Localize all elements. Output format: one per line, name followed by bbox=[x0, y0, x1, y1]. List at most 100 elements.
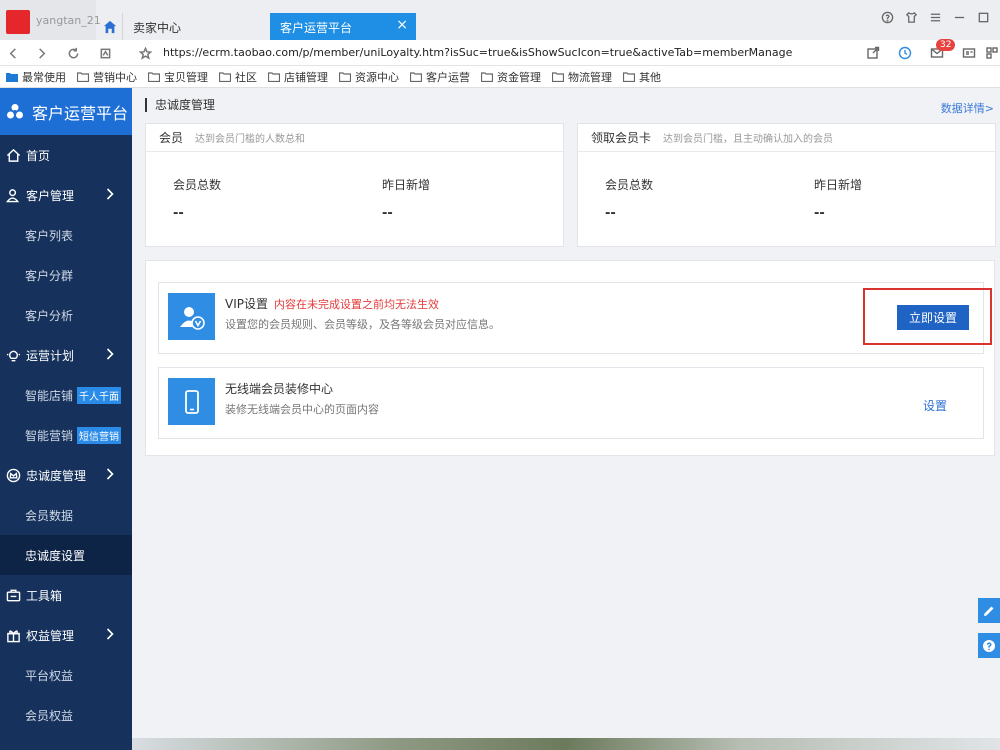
feature-tag: 千人千面 bbox=[77, 386, 122, 404]
bookmark-label: 资金管理 bbox=[497, 70, 541, 84]
share-button[interactable] bbox=[864, 44, 882, 62]
sidebar-item-label: 忠诚度设置 bbox=[25, 548, 86, 563]
sidebar-item-label: 智能店铺 bbox=[25, 388, 74, 403]
card-title: 会员 bbox=[159, 131, 184, 145]
url-text[interactable]: https://ecrm.taobao.com/p/member/uniLoya… bbox=[163, 46, 792, 59]
sidebar-item-label: 首页 bbox=[26, 148, 51, 163]
grid-button[interactable] bbox=[985, 44, 999, 62]
home-page-button[interactable] bbox=[96, 44, 114, 62]
members-card: 会员 达到会员门槛的人数总和 会员总数 -- 昨日新增 -- bbox=[145, 123, 564, 247]
folder-icon bbox=[77, 71, 89, 82]
sidebar-item-label: 客户列表 bbox=[25, 228, 74, 243]
back-button[interactable] bbox=[4, 44, 22, 62]
desktop-background bbox=[132, 738, 1000, 750]
sidebar-item-label: 客户分析 bbox=[25, 308, 74, 323]
folder-icon bbox=[339, 71, 351, 82]
forward-button[interactable] bbox=[32, 44, 50, 62]
history-button[interactable] bbox=[896, 44, 914, 62]
sidebar-item-customer-list[interactable]: 客户列表 bbox=[0, 215, 132, 255]
bookmark-item[interactable]: 最常使用 bbox=[6, 69, 66, 85]
tab-seller-center[interactable]: 卖家中心 bbox=[122, 13, 270, 40]
settings-link[interactable]: 设置 bbox=[923, 397, 947, 414]
reader-button[interactable] bbox=[960, 44, 978, 62]
stat-label: 昨日新增 bbox=[382, 178, 431, 192]
lightbulb-icon bbox=[5, 347, 21, 363]
stat-label: 昨日新增 bbox=[814, 178, 863, 192]
bookmark-item[interactable]: 社区 bbox=[219, 69, 257, 85]
sidebar-item-smart-store[interactable]: 智能店铺 千人千面 bbox=[0, 375, 132, 415]
folder-icon bbox=[410, 71, 422, 82]
sidebar-item-smart-marketing[interactable]: 智能营销 短信营销 bbox=[0, 415, 132, 455]
bookmark-label: 其他 bbox=[639, 70, 661, 84]
sidebar-item-operation-plan[interactable]: 运营计划 bbox=[0, 335, 132, 375]
chevron-right-icon bbox=[106, 188, 118, 202]
user-chip[interactable]: yangtan_21 bbox=[0, 0, 101, 40]
sidebar-item-label: 权益管理 bbox=[26, 628, 75, 643]
bookmark-item[interactable]: 营销中心 bbox=[77, 69, 137, 85]
brand[interactable]: 客户运营平台 bbox=[0, 88, 132, 135]
brand-logo-icon bbox=[7, 103, 23, 118]
window-controls bbox=[880, 10, 990, 24]
sidebar-item-member-data[interactable]: 会员数据 bbox=[0, 495, 132, 535]
sidebar-item-customer-analysis[interactable]: 客户分析 bbox=[0, 295, 132, 335]
bookmark-label: 营销中心 bbox=[93, 70, 137, 84]
bookmark-item[interactable]: 资源中心 bbox=[339, 69, 399, 85]
bookmark-label: 资源中心 bbox=[355, 70, 399, 84]
sidebar-item-label: 客户管理 bbox=[26, 188, 75, 203]
bookmark-item[interactable]: 店铺管理 bbox=[268, 69, 328, 85]
user-icon bbox=[5, 187, 21, 203]
bookmark-item[interactable]: 资金管理 bbox=[481, 69, 541, 85]
folder-icon bbox=[268, 71, 280, 82]
row-description: 装修无线端会员中心的页面内容 bbox=[225, 403, 379, 416]
row-title: 无线端会员装修中心 bbox=[225, 382, 334, 396]
help-float-button[interactable] bbox=[978, 633, 1000, 658]
sidebar-item-label: 客户分群 bbox=[25, 268, 74, 283]
bookmark-star-button[interactable] bbox=[136, 44, 154, 62]
sidebar-item-loyalty-settings[interactable]: 忠诚度设置 bbox=[0, 535, 132, 575]
page-icon bbox=[100, 48, 110, 58]
sidebar-item-rights-management[interactable]: 权益管理 bbox=[0, 615, 132, 655]
bookmark-item[interactable]: 宝贝管理 bbox=[148, 69, 208, 85]
sidebar-item-platform-rights[interactable]: 平台权益 bbox=[0, 655, 132, 695]
tab-customer-platform[interactable]: 客户运营平台 × bbox=[270, 13, 416, 40]
bookmark-label: 宝贝管理 bbox=[164, 70, 208, 84]
sidebar-item-customer-management[interactable]: 客户管理 bbox=[0, 175, 132, 215]
gift-icon bbox=[5, 627, 21, 643]
skin-icon[interactable] bbox=[904, 10, 918, 24]
home-icon bbox=[5, 147, 21, 163]
minimize-icon[interactable] bbox=[952, 10, 966, 24]
highlight-box bbox=[863, 288, 992, 345]
message-count-badge: 32 bbox=[936, 39, 956, 51]
question-icon bbox=[983, 639, 995, 652]
vip-user-icon bbox=[168, 293, 215, 340]
bookmark-item[interactable]: 物流管理 bbox=[552, 69, 612, 85]
bookmark-item[interactable]: 其他 bbox=[623, 69, 661, 85]
bookmark-label: 最常使用 bbox=[22, 70, 66, 84]
sidebar-item-loyalty-management[interactable]: 忠诚度管理 bbox=[0, 455, 132, 495]
chevron-right-icon bbox=[106, 348, 118, 362]
home-icon bbox=[103, 20, 117, 33]
avatar bbox=[6, 10, 30, 34]
chevron-right-icon bbox=[106, 628, 118, 642]
help-icon[interactable] bbox=[880, 10, 894, 24]
sidebar-item-toolbox[interactable]: 工具箱 bbox=[0, 575, 132, 615]
sidebar-item-label: 平台权益 bbox=[25, 668, 74, 683]
menu-icon[interactable] bbox=[928, 10, 942, 24]
close-tab-icon[interactable]: × bbox=[396, 17, 408, 33]
card-header: 会员 达到会员门槛的人数总和 bbox=[146, 124, 563, 152]
stat-value: -- bbox=[382, 206, 393, 221]
edit-float-button[interactable] bbox=[978, 598, 1000, 623]
stat-value: -- bbox=[173, 206, 184, 221]
sidebar-item-customer-groups[interactable]: 客户分群 bbox=[0, 255, 132, 295]
sidebar-item-label: 会员权益 bbox=[25, 708, 74, 723]
reload-button[interactable] bbox=[64, 44, 82, 62]
home-tab[interactable] bbox=[98, 13, 122, 40]
data-details-link[interactable]: 数据详情> bbox=[941, 100, 994, 116]
sidebar-item-member-rights[interactable]: 会员权益 bbox=[0, 695, 132, 735]
card-title: 领取会员卡 bbox=[591, 131, 652, 145]
folder-icon bbox=[481, 71, 493, 82]
sidebar-item-home[interactable]: 首页 bbox=[0, 135, 132, 175]
bookmark-label: 物流管理 bbox=[568, 70, 612, 84]
bookmark-item[interactable]: 客户运营 bbox=[410, 69, 470, 85]
maximize-icon[interactable] bbox=[976, 10, 990, 24]
